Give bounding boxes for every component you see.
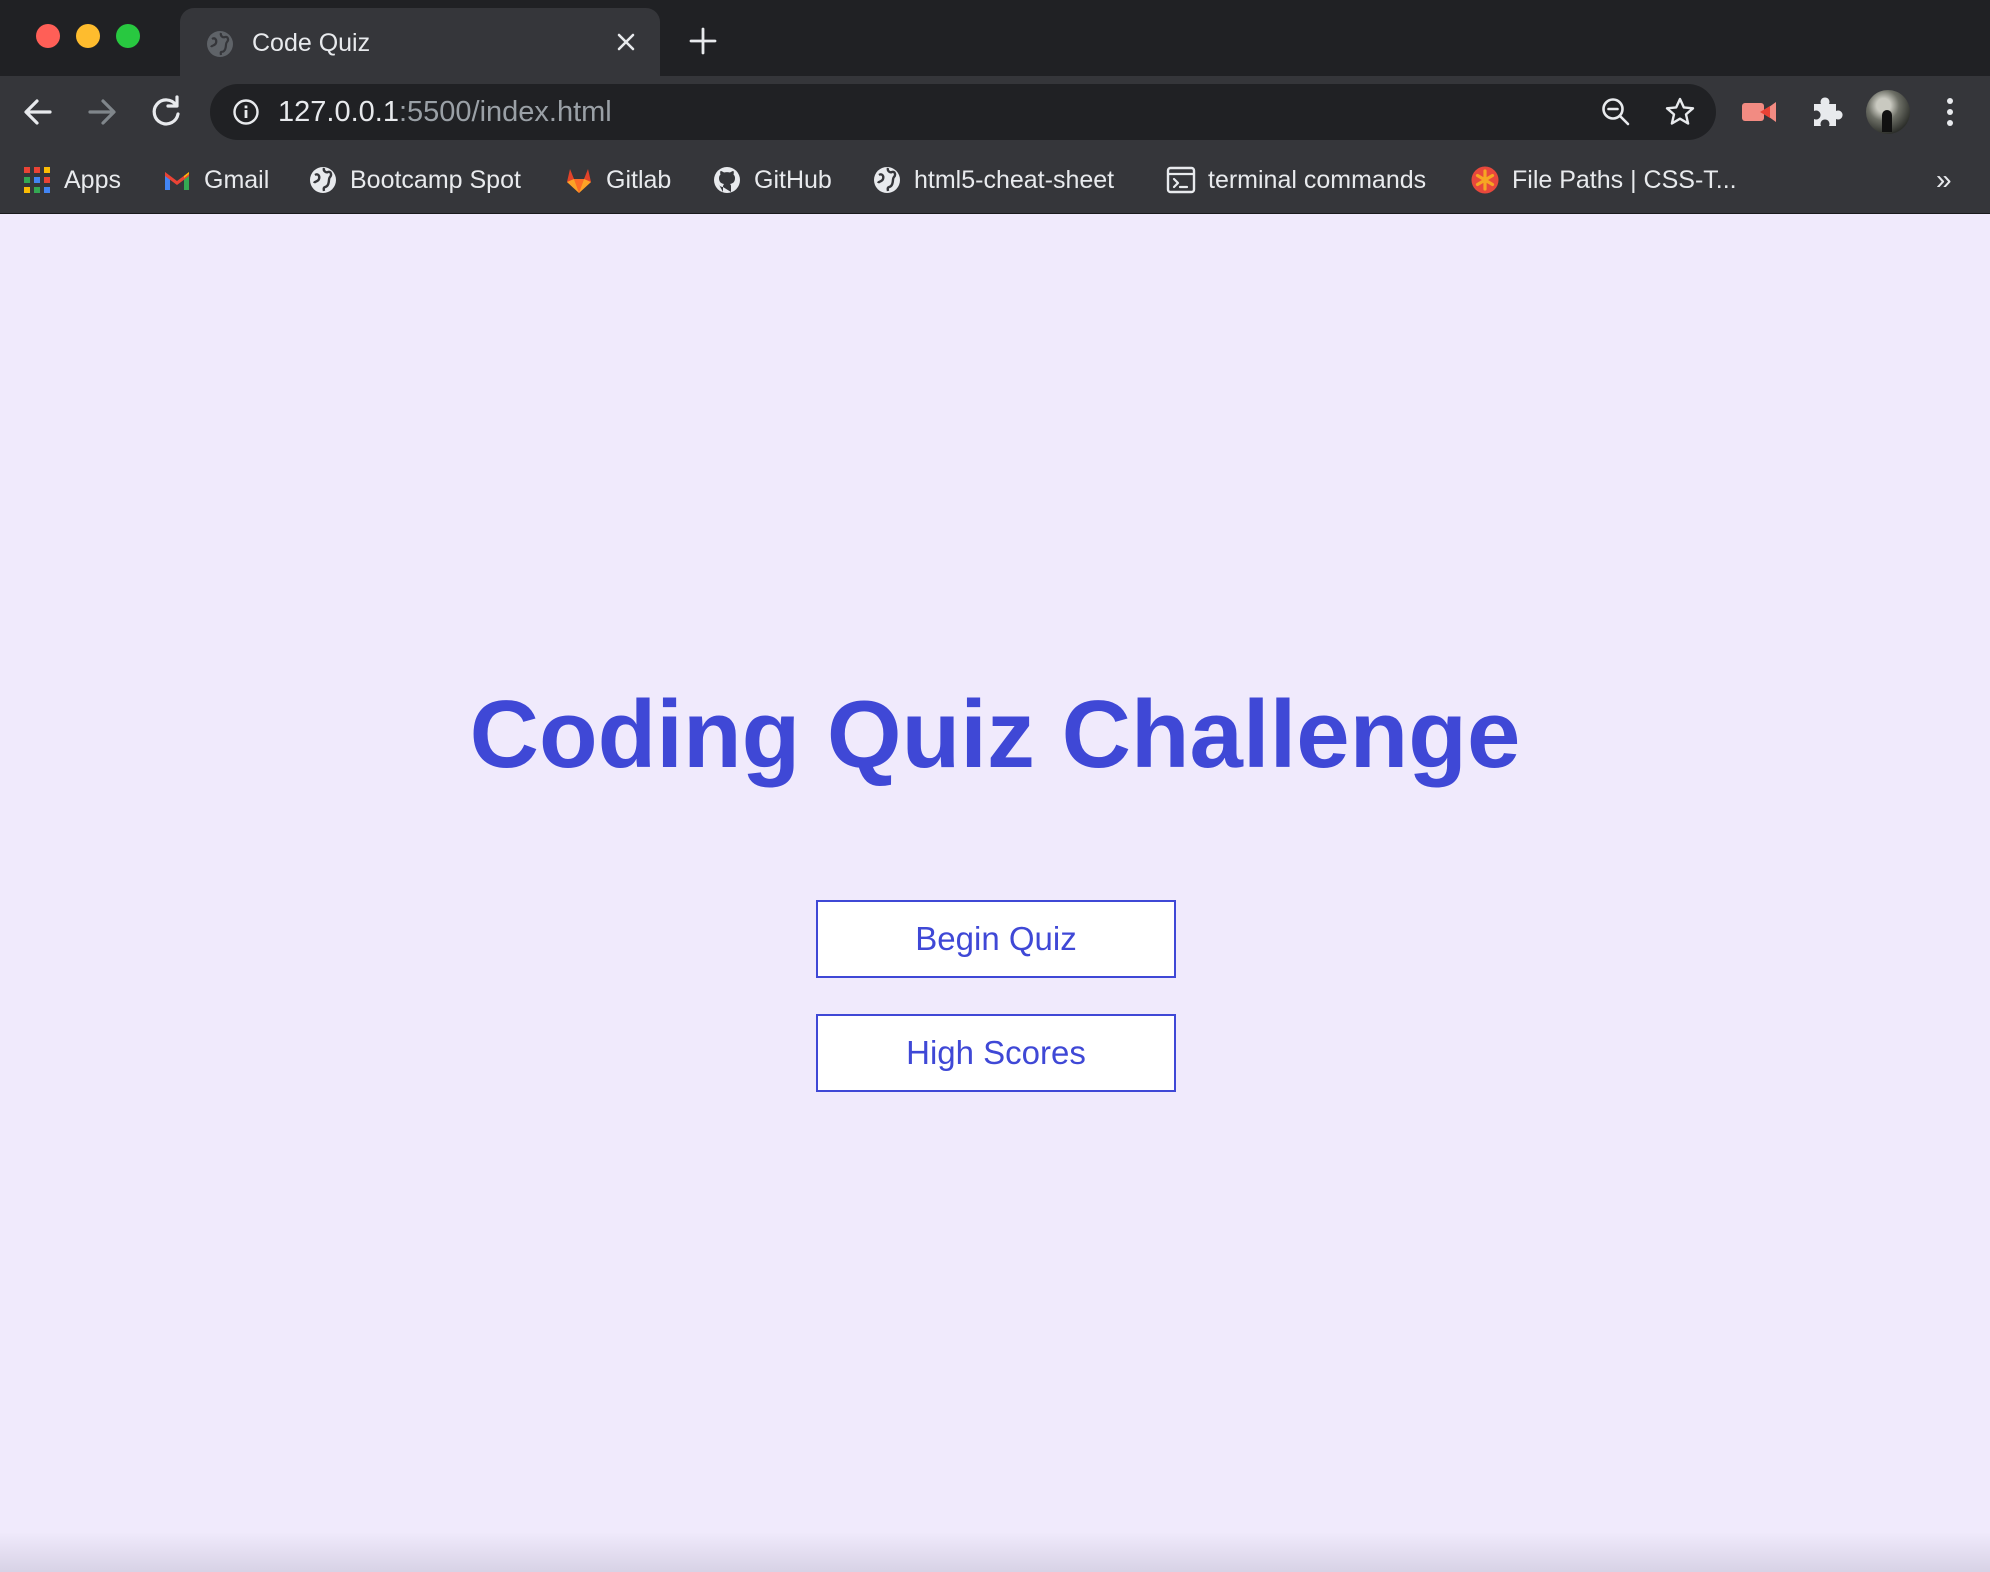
- gitlab-icon: [567, 169, 591, 193]
- url-host: 127.0.0.1: [278, 96, 399, 128]
- url-path: :5500/index.html: [398, 96, 612, 128]
- bookmark-label: File Paths | CSS-T...: [1512, 165, 1737, 194]
- browser-chrome: Code Quiz 127.0.0.1:5500/index.html Apps…: [0, 0, 1990, 214]
- avatar[interactable]: [1866, 90, 1910, 134]
- bookmark-label: Gitlab: [606, 165, 672, 194]
- bookmark-github[interactable]: GitHub: [712, 160, 832, 200]
- video-extension-icon[interactable]: [1740, 94, 1778, 130]
- bookmark-bootcamp-spot[interactable]: Bootcamp Spot: [308, 160, 521, 200]
- bookmark-file-paths-css-tricks[interactable]: File Paths | CSS-T...: [1470, 160, 1737, 200]
- bookmark-html5-cheat-sheet[interactable]: html5-cheat-sheet: [872, 160, 1114, 200]
- bookmarks-overflow-button[interactable]: »: [1936, 162, 1952, 198]
- bookmark-terminal-commands[interactable]: terminal commands: [1166, 160, 1426, 200]
- window-minimize-control[interactable]: [76, 24, 100, 48]
- css-tricks-icon: [1471, 166, 1499, 194]
- github-icon: [714, 167, 740, 193]
- bookmark-label: Bootcamp Spot: [350, 165, 521, 194]
- bookmark-label: GitHub: [754, 165, 832, 194]
- page-title: Coding Quiz Challenge: [469, 681, 1521, 788]
- star-icon[interactable]: [1664, 96, 1696, 128]
- high-scores-button[interactable]: High Scores: [816, 1014, 1176, 1092]
- window-zoom-control[interactable]: [116, 24, 140, 48]
- bookmark-label: Gmail: [204, 165, 270, 194]
- page-viewport: Coding Quiz Challenge Begin Quiz High Sc…: [0, 214, 1990, 1572]
- more-vertical-icon[interactable]: [1938, 92, 1962, 132]
- bookmark-label: html5-cheat-sheet: [914, 165, 1115, 194]
- reload-icon[interactable]: [146, 92, 186, 132]
- puzzle-icon[interactable]: [1808, 92, 1844, 132]
- arrow-left-icon[interactable]: [18, 92, 58, 132]
- globe-icon: [874, 167, 900, 193]
- terminal-icon: [1166, 166, 1196, 194]
- tab-strip: Code Quiz: [0, 0, 1990, 76]
- bookmark-label: terminal commands: [1208, 165, 1427, 194]
- zoom-out-icon[interactable]: [1600, 96, 1632, 128]
- apps-grid-icon: [24, 167, 50, 193]
- begin-quiz-button[interactable]: Begin Quiz: [816, 900, 1176, 978]
- bookmark-apps[interactable]: Apps: [22, 160, 121, 200]
- url-text[interactable]: 127.0.0.1:5500/index.html: [278, 94, 612, 130]
- close-icon[interactable]: [612, 28, 640, 56]
- tab-code-quiz[interactable]: Code Quiz: [180, 8, 660, 76]
- address-bar[interactable]: 127.0.0.1:5500/index.html: [210, 84, 1716, 140]
- toolbar: 127.0.0.1:5500/index.html: [0, 76, 1990, 148]
- bookmark-label: Apps: [64, 165, 121, 194]
- info-icon[interactable]: [232, 98, 260, 126]
- gmail-icon: [165, 172, 189, 190]
- globe-icon: [310, 167, 336, 193]
- bookmark-gmail[interactable]: Gmail: [162, 160, 269, 200]
- tab-title: Code Quiz: [252, 29, 371, 57]
- window-close-control[interactable]: [36, 24, 60, 48]
- bookmarks-bar: Apps Gmail Bootcamp Spot Gitlab GitHub h…: [0, 148, 1990, 214]
- globe-icon: [207, 31, 233, 57]
- arrow-right-icon[interactable]: [82, 92, 122, 132]
- bookmark-gitlab[interactable]: Gitlab: [564, 160, 671, 200]
- plus-icon[interactable]: [688, 26, 718, 56]
